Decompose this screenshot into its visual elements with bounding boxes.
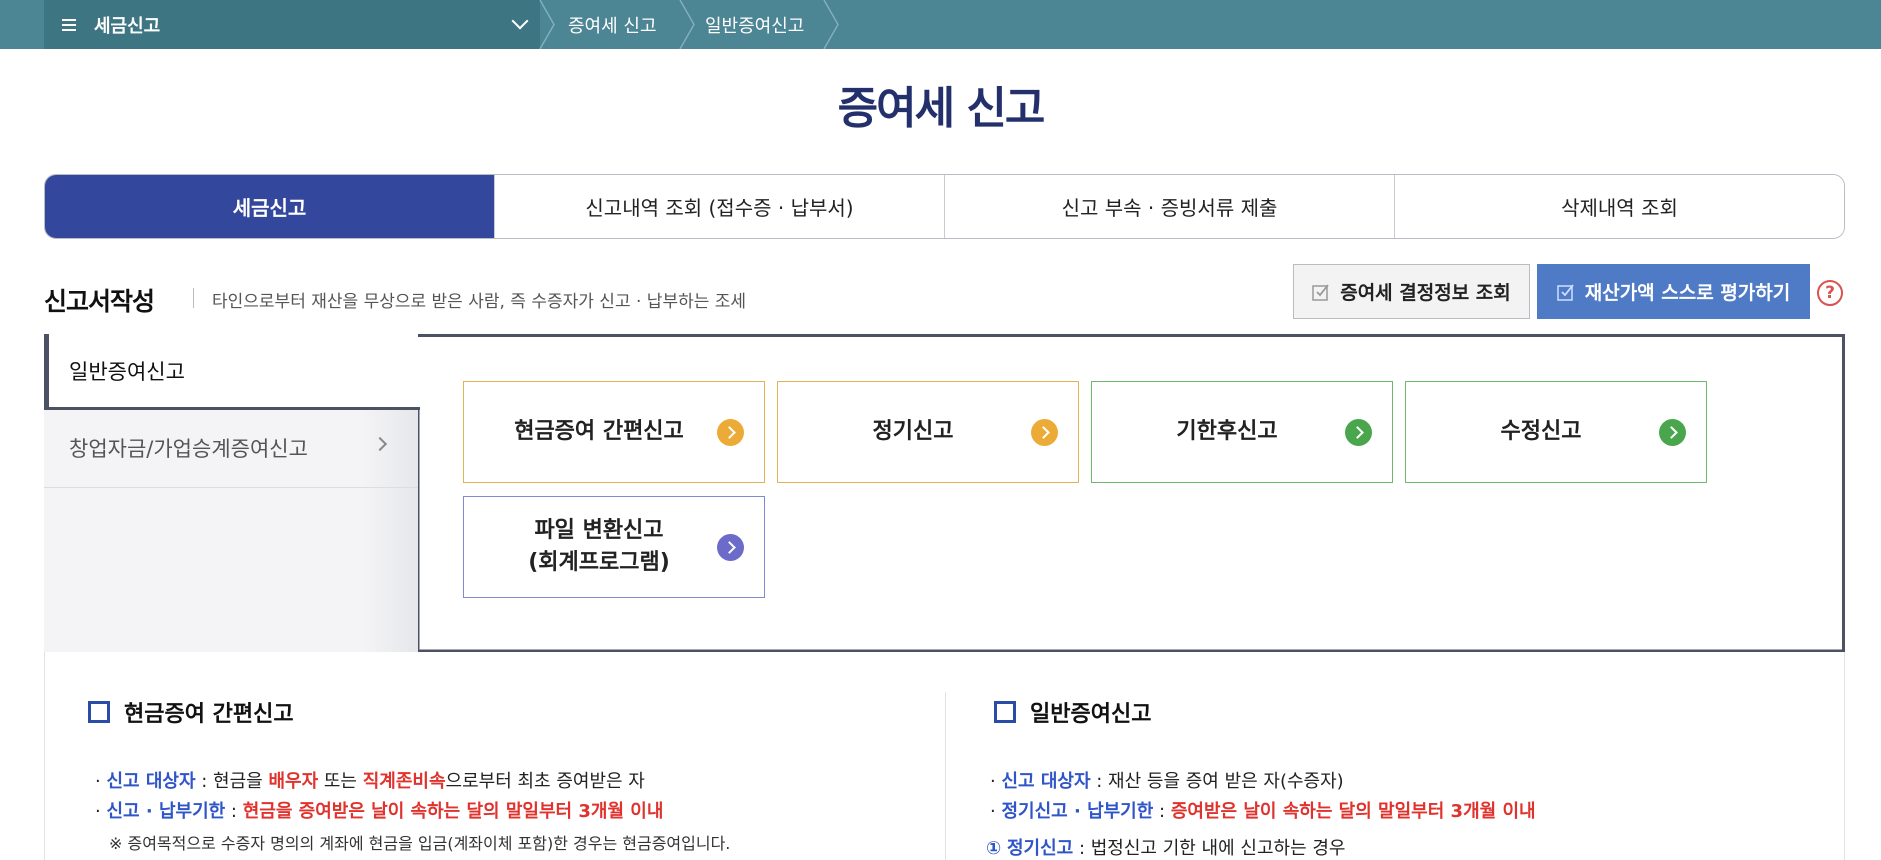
info-note: ※ 증여목적으로 수증자 명의의 계좌에 현금을 입금(계좌이체 포함)한 경우… [109, 834, 731, 853]
decision-info-button[interactable]: 증여세 결정정보 조회 [1293, 264, 1530, 319]
card-cash-gift-simple[interactable]: 현금증여 간편신고 [463, 381, 765, 483]
section-title: 신고서작성 [44, 287, 155, 316]
breadcrumb-general-gift[interactable]: 일반증여신고 [705, 0, 804, 49]
decision-info-label: 증여세 결정정보 조회 [1340, 282, 1511, 304]
info-heading-cash-gift: 현금증여 간편신고 [88, 696, 294, 728]
card-label: 현금증여 간편신고 [514, 419, 684, 445]
card-file-conversion[interactable]: 파일 변환신고 (회계프로그램) [463, 496, 765, 598]
card-late-filing[interactable]: 기한후신고 [1091, 381, 1393, 483]
card-label: 정기신고 [872, 419, 954, 445]
main-tabs: 세금신고 신고내역 조회 (접수증 · 납부서) 신고 부속 · 증빙서류 제출… [44, 174, 1845, 239]
breadcrumb-separator-icon [539, 0, 555, 49]
section-divider [193, 288, 194, 308]
tab-tax-filing[interactable]: 세금신고 [45, 175, 494, 238]
section-description: 타인으로부터 재산을 무상으로 받은 사람, 즉 수증자가 신고 · 납부하는 … [212, 292, 747, 312]
info-line-deadline: · 정기신고 · 납부기한 : 증여받은 날이 속하는 달의 말일부터 3개월 … [990, 801, 1536, 822]
card-label: 기한후신고 [1176, 419, 1278, 445]
info-line-target: · 신고 대상자 : 재산 등을 증여 받은 자(수증자) [990, 771, 1344, 792]
square-bullet-icon [994, 701, 1016, 723]
filing-panel: 일반증여신고 창업자금/가업승계증여신고 현금증여 간편신고 정기신고 기한후신… [44, 334, 1845, 652]
hamburger-icon [62, 18, 76, 31]
arrow-right-icon [1345, 419, 1372, 446]
tab-filing-history[interactable]: 신고내역 조회 (접수증 · 납부서) [494, 175, 944, 238]
page-title: 증여세 신고 [837, 83, 1046, 134]
side-menu-startup-fund[interactable]: 창업자금/가업승계증여신고 [44, 408, 418, 488]
chevron-down-icon [511, 12, 529, 30]
top-navigation-bar: 세금신고 증여세 신고 일반증여신고 [0, 0, 1881, 49]
self-evaluate-button[interactable]: 재산가액 스스로 평가하기 [1537, 264, 1810, 319]
checkbox-icon [1312, 283, 1329, 301]
arrow-right-icon [717, 419, 744, 446]
arrow-right-icon [717, 534, 744, 561]
info-line-deadline: · 신고 · 납부기한 : 현금을 증여받은 날이 속하는 달의 말일부터 3개… [95, 801, 664, 822]
breadcrumb-separator-icon [679, 0, 695, 49]
breadcrumb-gift-tax[interactable]: 증여세 신고 [568, 0, 657, 49]
tax-menu-dropdown[interactable]: 세금신고 [44, 0, 540, 49]
card-label: 수정신고 [1500, 419, 1582, 445]
card-regular-filing[interactable]: 정기신고 [777, 381, 1079, 483]
info-line-target: · 신고 대상자 : 현금을 배우자 또는 직계존비속으로부터 최초 증여받은 … [95, 771, 645, 792]
arrow-right-icon [1659, 419, 1686, 446]
card-amended-filing[interactable]: 수정신고 [1405, 381, 1707, 483]
self-evaluate-label: 재산가액 스스로 평가하기 [1584, 282, 1791, 304]
side-menu-general-gift[interactable]: 일반증여신고 [44, 334, 418, 408]
help-icon[interactable]: ? [1817, 280, 1843, 306]
checkbox-icon [1556, 283, 1574, 301]
breadcrumb-separator-icon [823, 0, 839, 49]
card-label: 파일 변환신고 (회계프로그램) [528, 518, 670, 575]
info-line-regular: ① 정기신고 : 법정신고 기한 내에 신고하는 경우 [986, 838, 1346, 859]
tab-deleted-history[interactable]: 삭제내역 조회 [1394, 175, 1844, 238]
info-divider [945, 692, 946, 860]
menu-label: 세금신고 [94, 15, 161, 37]
square-bullet-icon [88, 701, 110, 723]
info-heading-general-gift: 일반증여신고 [994, 696, 1151, 728]
tab-supporting-docs[interactable]: 신고 부속 · 증빙서류 제출 [944, 175, 1394, 238]
arrow-right-icon [1031, 419, 1058, 446]
